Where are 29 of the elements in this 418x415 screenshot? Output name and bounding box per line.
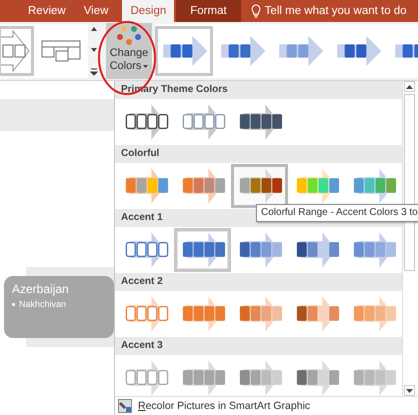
ribbon-tab[interactable]: Review	[20, 0, 74, 22]
gallery-more-icon[interactable]	[90, 68, 98, 76]
recolor-picture-icon	[118, 399, 132, 413]
section-header: Colorful	[115, 145, 402, 163]
tooltip: Colorful Range - Accent Colors 3 to	[256, 204, 418, 222]
ribbon-tab[interactable]: Format	[176, 0, 241, 22]
change-colors-button[interactable]: Change Colors	[106, 23, 152, 79]
palette-icon	[116, 25, 142, 47]
color-option[interactable]	[174, 228, 231, 272]
ribbon-tab[interactable]: View	[76, 0, 116, 22]
shape-title: Azerbaijan	[12, 282, 70, 296]
lightbulb-icon	[250, 4, 261, 18]
layout-thumbnail[interactable]	[0, 26, 34, 76]
recolor-pictures-item[interactable]: Recolor Pictures in SmartArt Graphic	[115, 396, 418, 415]
scroll-down-button[interactable]	[404, 385, 415, 396]
section-header: Accent 2	[115, 273, 402, 291]
scroll-up-button[interactable]	[404, 81, 415, 92]
bullet-icon	[12, 302, 15, 306]
caret-up-icon	[406, 84, 413, 88]
style-thumbnail[interactable]	[155, 26, 213, 76]
caret-down-icon	[406, 388, 413, 392]
shape-bullet: Nakhchivan	[19, 299, 66, 309]
section-header: Accent 3	[115, 337, 402, 355]
tell-me-search[interactable]: Tell me what you want to do	[246, 0, 411, 22]
color-option[interactable]	[231, 164, 288, 208]
caret-icon	[143, 64, 148, 68]
ribbon-tab[interactable]: Design	[122, 0, 174, 22]
scroll-down-icon[interactable]	[90, 47, 98, 53]
scroll-up-icon[interactable]	[90, 26, 98, 32]
